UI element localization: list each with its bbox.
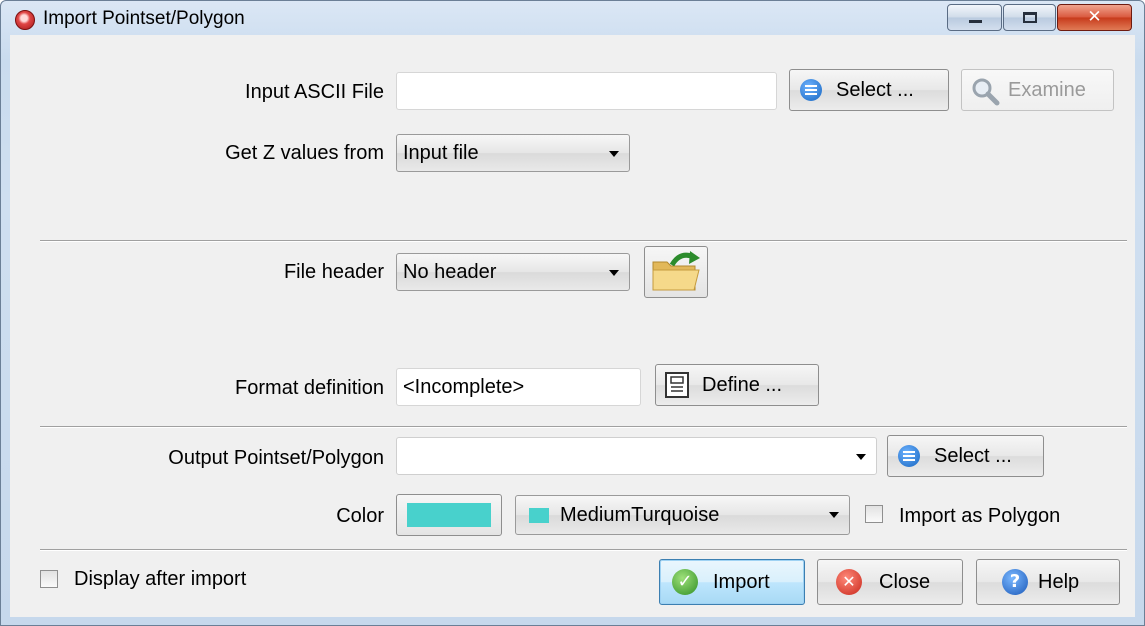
minimize-icon (969, 20, 982, 23)
database-icon (898, 445, 920, 467)
display-after-import-label: Display after import (74, 568, 247, 590)
dialog-body: Input ASCII File Select ... Examine Get … (10, 35, 1135, 617)
import-label: Import (713, 571, 770, 593)
color-label: Color (336, 505, 384, 527)
input-select-button[interactable]: Select ... (789, 69, 949, 111)
chevron-down-icon (609, 151, 619, 157)
output-combo[interactable] (396, 437, 877, 475)
close-label: Close (879, 571, 931, 593)
separator (40, 426, 1127, 428)
folder-icon (652, 251, 700, 291)
input-select-label: Select ... (836, 79, 914, 101)
close-icon: ✕ (1087, 7, 1102, 27)
magnifier-icon (972, 78, 1000, 106)
import-as-polygon-checkbox[interactable] (865, 505, 883, 523)
chevron-down-icon (829, 512, 839, 518)
color-swatch-button[interactable] (396, 494, 502, 536)
check-icon: ✓ (672, 569, 698, 595)
header-folder-button[interactable] (644, 246, 708, 298)
window-title: Import Pointset/Polygon (43, 8, 245, 29)
import-as-polygon-label: Import as Polygon (899, 505, 1061, 527)
help-button[interactable]: ? Help (976, 559, 1120, 605)
display-after-import-checkbox[interactable] (40, 570, 58, 588)
define-button[interactable]: Define ... (655, 364, 819, 406)
database-icon (800, 79, 822, 101)
format-definition-field[interactable]: <Incomplete> (396, 368, 641, 406)
examine-label: Examine (1008, 79, 1086, 101)
output-label: Output Pointset/Polygon (168, 447, 384, 469)
color-dropdown[interactable]: MediumTurquoise (515, 495, 850, 535)
color-selected: MediumTurquoise (560, 504, 720, 526)
window-close-button[interactable]: ✕ (1057, 4, 1132, 31)
import-button[interactable]: ✓ Import (659, 559, 805, 605)
input-file-field[interactable] (396, 72, 777, 110)
file-header-selected: No header (403, 261, 497, 283)
chevron-down-icon (609, 270, 619, 276)
chevron-down-icon (856, 454, 866, 460)
input-file-label: Input ASCII File (245, 81, 384, 103)
zvalues-selected: Input file (403, 142, 479, 164)
app-icon (15, 10, 35, 30)
file-header-dropdown[interactable]: No header (396, 253, 630, 291)
maximize-button[interactable] (1003, 4, 1056, 31)
define-label: Define ... (702, 374, 783, 396)
close-circle-icon: ✕ (836, 569, 862, 595)
format-definition-label: Format definition (235, 377, 384, 399)
close-button[interactable]: ✕ Close (817, 559, 963, 605)
help-icon: ? (1002, 569, 1028, 595)
color-chip (529, 508, 549, 523)
help-label: Help (1038, 571, 1080, 593)
separator (40, 549, 1127, 551)
color-swatch (407, 503, 491, 527)
output-select-label: Select ... (934, 445, 1012, 467)
file-header-label: File header (283, 261, 384, 283)
import-dialog: Import Pointset/Polygon ✕ Input ASCII Fi… (0, 0, 1145, 626)
output-select-button[interactable]: Select ... (887, 435, 1044, 477)
title-bar[interactable]: Import Pointset/Polygon ✕ (1, 1, 1144, 35)
separator (40, 240, 1127, 242)
maximize-icon (1023, 12, 1037, 23)
zvalues-dropdown[interactable]: Input file (396, 134, 630, 172)
examine-button[interactable]: Examine (961, 69, 1114, 111)
minimize-button[interactable] (947, 4, 1002, 31)
document-icon (665, 372, 689, 398)
zvalues-label: Get Z values from (225, 142, 384, 164)
